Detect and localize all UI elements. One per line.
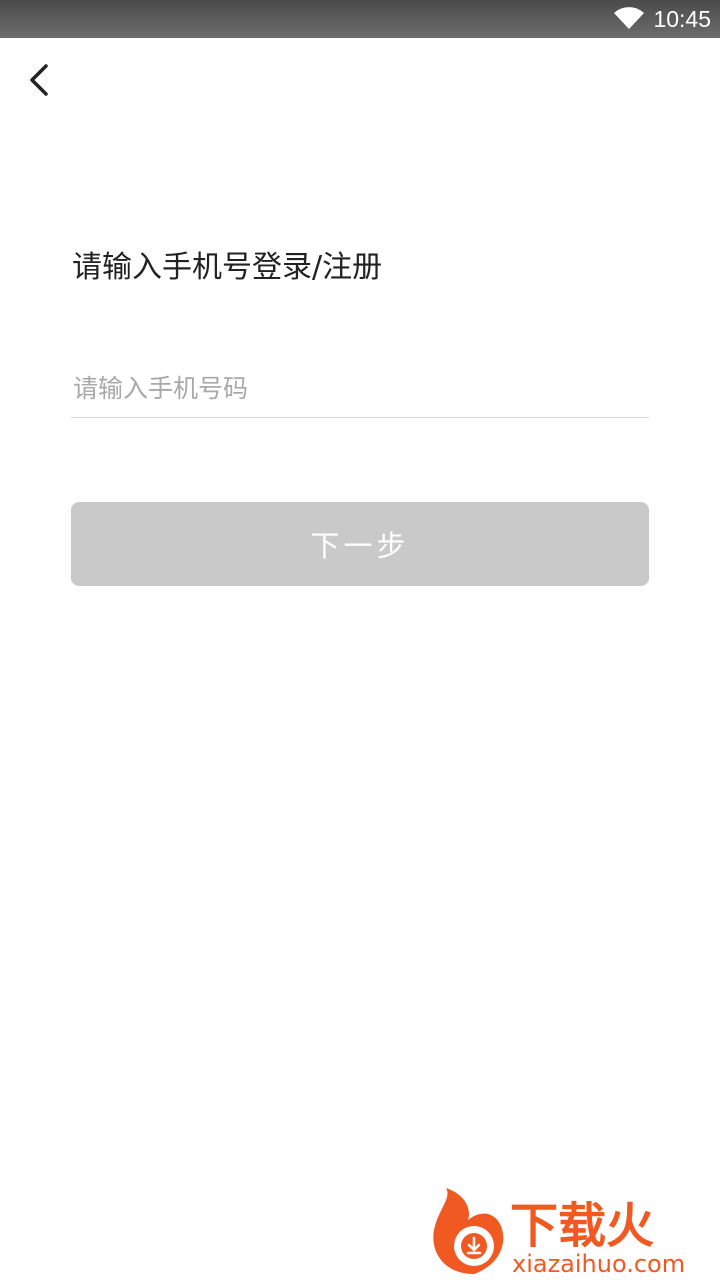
chevron-left-icon: [30, 64, 48, 96]
wifi-icon: [614, 7, 644, 29]
status-time: 10:45: [653, 6, 711, 32]
back-button[interactable]: [18, 58, 62, 102]
status-bar: 10:45: [0, 0, 720, 38]
phone-input[interactable]: [71, 360, 649, 416]
watermark-text: 下载火: [510, 1198, 654, 1254]
page-title: 请输入手机号登录/注册: [72, 250, 383, 285]
next-step-button[interactable]: 下一步: [71, 502, 649, 586]
watermark-domain: xiazaihuo.com: [512, 1250, 685, 1278]
input-underline: [71, 417, 649, 418]
login-screen: 10:45 请输入手机号登录/注册 下一步 下载火 xiazaihuo.com: [0, 0, 720, 1280]
watermark-logo: 下载火 xiazaihuo.com: [433, 1188, 685, 1278]
